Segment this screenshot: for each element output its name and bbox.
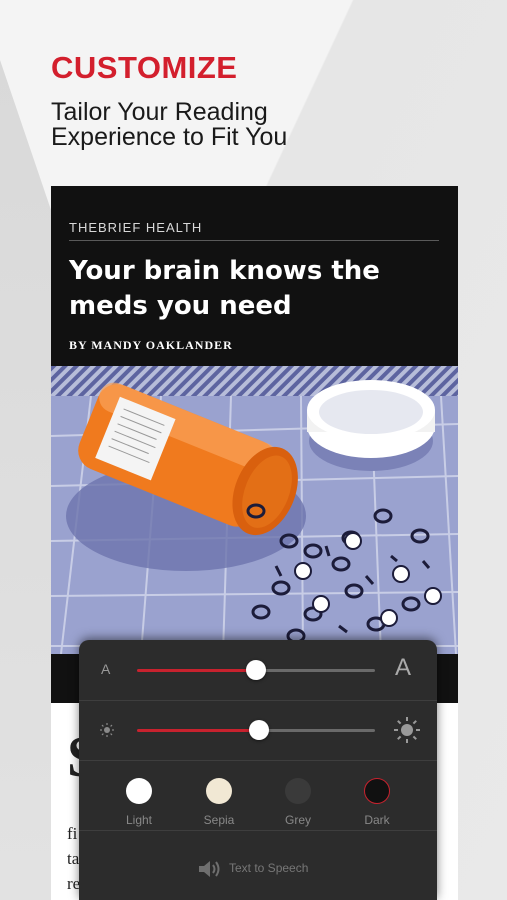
text-to-speech-label: Text to Speech [229,861,309,876]
sun-small-icon [100,723,114,737]
font-size-row: A A [79,640,437,700]
theme-grey-label: Grey [284,813,311,827]
font-size-large-label: A [395,654,412,681]
brightness-row [79,700,437,760]
brightness-track [260,729,375,732]
reader-settings-panel: A A Light Sepia Grey Dark Text to Speech [79,640,437,900]
promo-subheadline: Tailor Your Reading Experience to Fit Yo… [51,98,288,151]
divider [79,830,437,831]
brightness-track-active [137,729,260,732]
article-title: Your brain knows the meds you need [69,256,380,321]
theme-sepia-label: Sepia [203,813,235,827]
article-byline: BY MANDY OAKLANDER [69,338,233,352]
promo-headline: CUSTOMIZE [51,50,238,85]
text-to-speech-button[interactable]: Text to Speech [197,858,308,880]
theme-light-label: Light [125,813,153,827]
theme-sepia-option[interactable]: Sepia [184,778,254,827]
divider [79,760,437,761]
brightness-slider-knob[interactable] [249,720,269,740]
font-size-slider-knob[interactable] [246,660,266,680]
font-size-track [257,669,375,672]
font-size-track-active [137,669,257,672]
theme-grey-option[interactable]: Grey [263,778,333,827]
theme-dark-swatch[interactable] [364,778,390,804]
theme-dark-option[interactable]: Dark [342,778,412,827]
theme-light-swatch[interactable] [126,778,152,804]
article-kicker: THEBRIEF HEALTH [69,220,439,241]
theme-dark-label: Dark [364,813,390,827]
speaker-icon [199,861,220,877]
sun-large-icon [394,717,420,743]
theme-sepia-swatch[interactable] [206,778,232,804]
theme-light-option[interactable]: Light [104,778,174,827]
theme-grey-swatch[interactable] [285,778,311,804]
article-illustration [51,366,458,654]
font-size-small-label: A [101,661,111,677]
